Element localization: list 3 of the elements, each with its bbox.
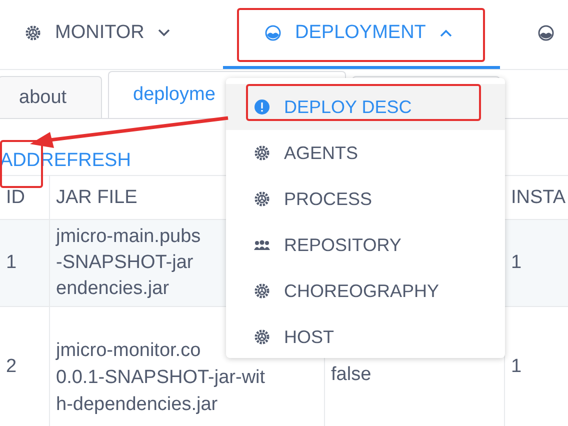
table-cell: 1	[505, 220, 568, 307]
table-cell: 2	[0, 307, 50, 426]
table-cell: 1	[0, 220, 50, 307]
